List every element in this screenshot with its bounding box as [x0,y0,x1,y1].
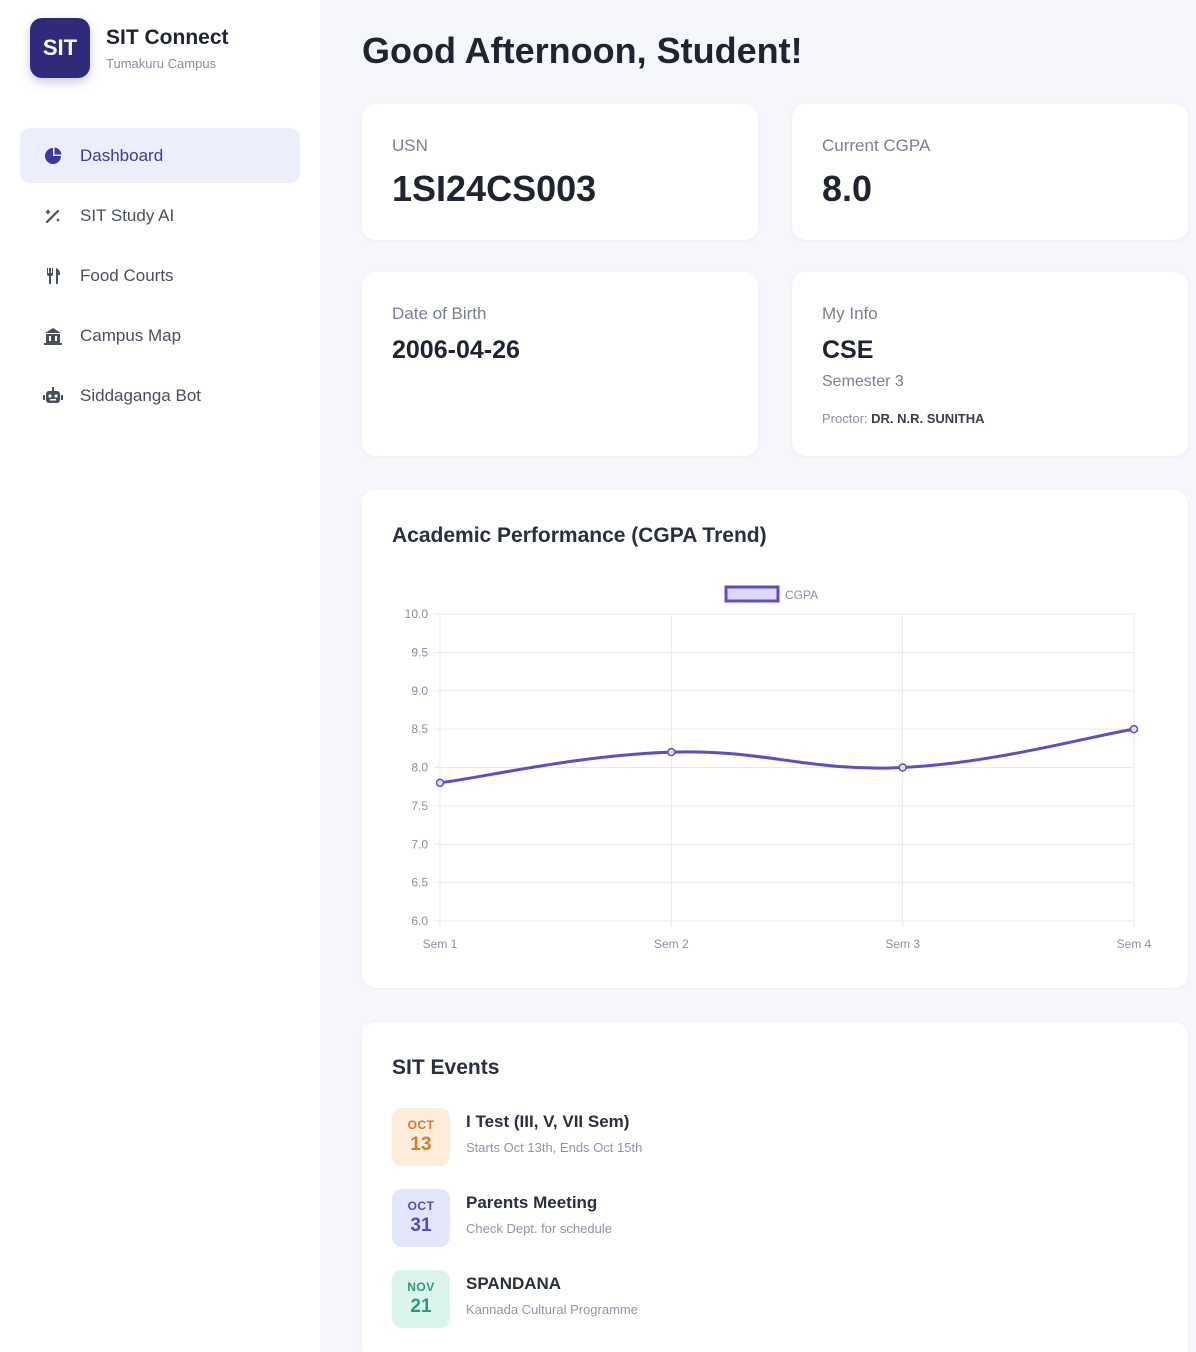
legend-label: CGPA [785,588,818,602]
proctor-name: DR. N.R. SUNITHA [871,411,985,426]
event-desc: Kannada Cultural Programme [466,1302,638,1317]
y-tick-label: 10.0 [405,607,429,621]
events-title: SIT Events [392,1056,500,1079]
map-icon [42,325,64,347]
cgpa-value: 8.0 [822,168,873,209]
y-tick-label: 9.5 [411,645,428,659]
cgpa-data-point [898,763,907,772]
event-date-badge: OCT 31 [392,1189,450,1247]
cgpa-label: Current CGPA [822,136,931,155]
cgpa-series-line [439,727,1135,785]
y-tick-label: 8.5 [411,722,428,736]
sidebar-item-food-courts[interactable]: Food Courts [20,248,300,303]
x-tick-label: Sem 3 [885,937,920,951]
events-card: SIT Events OCT 13 I Test (III, V, VII Se… [362,1022,1188,1352]
cgpa-data-point [667,747,676,757]
sidebar-item-dashboard[interactable]: Dashboard [20,128,300,183]
brand[interactable]: SIT SIT Connect Tumakuru Campus [30,18,229,78]
y-tick-label: 7.0 [411,837,428,851]
y-tick-label: 8.0 [411,761,428,775]
proctor-label: Proctor: [822,411,868,426]
dob-card: Date of Birth 2006-04-26 [362,272,758,456]
sidebar-item-label: Dashboard [80,145,164,165]
event-date-badge: OCT 13 [392,1108,450,1166]
sidebar-item-study-ai[interactable]: SIT Study AI [20,188,300,243]
usn-value: 1SI24CS003 [392,168,597,209]
event-item[interactable]: OCT 31 Parents Meeting Check Dept. for s… [392,1189,642,1270]
sidebar-item-campus-map[interactable]: Campus Map [20,308,300,363]
y-tick-label: 6.0 [411,914,428,928]
sidebar-item-label: Siddaganga Bot [80,385,201,405]
y-tick-label: 6.5 [411,876,428,890]
info-label: My Info [822,304,878,323]
legend-swatch [724,585,780,603]
sidebar-nav: Dashboard SIT Study AI Food Courts Campu… [20,128,300,428]
sidebar-item-siddaganga-bot[interactable]: Siddaganga Bot [20,368,300,423]
event-item[interactable]: NOV 21 SPANDANA Kannada Cultural Program… [392,1270,642,1351]
event-month: NOV [407,1280,435,1294]
magic-wand-icon [42,205,64,227]
sidebar-item-label: Campus Map [80,325,182,345]
cgpa-data-point [1129,724,1139,734]
event-day: 13 [410,1134,432,1155]
app-logo: SIT [30,18,90,78]
y-tick-label: 7.5 [411,799,428,813]
event-day: 21 [410,1296,432,1317]
x-tick-label: Sem 4 [1117,937,1152,951]
cgpa-card: Current CGPA 8.0 [792,104,1188,240]
performance-card: Academic Performance (CGPA Trend) CGPA 1… [362,490,1188,988]
sidebar: SIT SIT Connect Tumakuru Campus Dashboar… [0,0,320,1352]
pie-chart-icon [42,145,64,167]
dob-value: 2006-04-26 [392,336,520,364]
x-tick-label: Sem 2 [654,937,689,951]
usn-card: USN 1SI24CS003 [362,104,758,240]
sidebar-item-label: SIT Study AI [80,205,175,225]
cgpa-data-point [435,778,445,788]
event-month: OCT [407,1118,435,1132]
event-title: Parents Meeting [466,1193,598,1212]
event-desc: Check Dept. for schedule [466,1221,612,1236]
events-list: OCT 13 I Test (III, V, VII Sem) Starts O… [392,1108,642,1351]
brand-subtitle: Tumakuru Campus [106,55,217,71]
info-card: My Info CSE Semester 3 Proctor: DR. N.R.… [792,272,1188,456]
x-tick-label: Sem 1 [423,937,458,951]
semester-value: Semester 3 [822,373,904,390]
event-month: OCT [407,1199,435,1213]
event-desc: Starts Oct 13th, Ends Oct 15th [466,1140,643,1155]
sidebar-item-label: Food Courts [80,265,174,285]
event-title: I Test (III, V, VII Sem) [466,1112,630,1131]
event-date-badge: NOV 21 [392,1270,450,1328]
page-title: Good Afternoon, Student! [362,30,803,71]
branch-value: CSE [822,336,874,364]
event-item[interactable]: OCT 13 I Test (III, V, VII Sem) Starts O… [392,1108,642,1189]
event-day: 31 [410,1215,432,1236]
proctor-line: Proctor: DR. N.R. SUNITHA [822,411,1158,426]
dob-label: Date of Birth [392,304,487,323]
robot-icon [42,385,64,407]
event-title: SPANDANA [466,1274,562,1293]
y-tick-label: 9.0 [411,684,428,698]
brand-title: SIT Connect [106,25,229,49]
utensils-icon [42,265,64,287]
usn-label: USN [392,136,428,155]
cgpa-chart: CGPA 10.0 9.5 9.0 8.5 8.0 7.5 7.0 6.5 6.0 Sem 1 S… [405,585,1152,951]
